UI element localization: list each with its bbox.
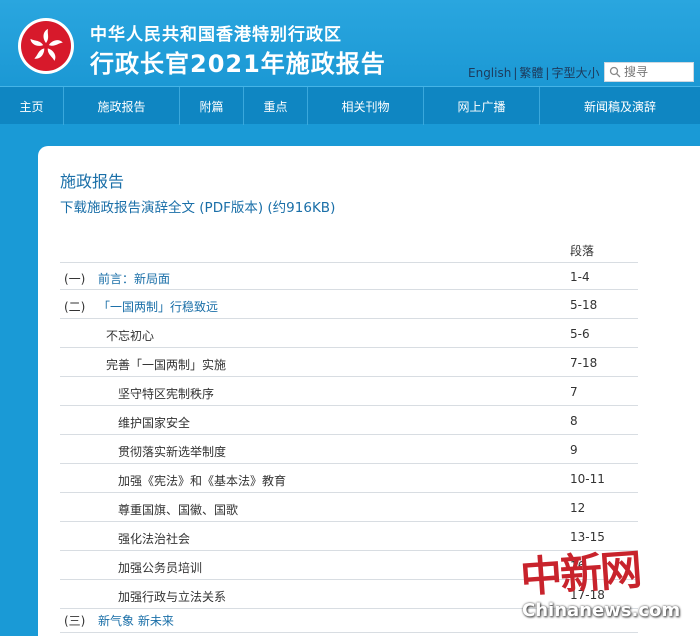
toc-paragraphs: 5-6 — [570, 327, 590, 341]
nav-item-press-releases[interactable]: 新闻稿及演辞 — [540, 87, 700, 125]
toc-link[interactable]: 强化法治社会 — [118, 530, 190, 547]
toc-paragraphs: 1-4 — [570, 270, 590, 284]
search-icon[interactable] — [609, 66, 621, 78]
link-separator: | — [545, 66, 550, 80]
toc-link[interactable]: 「一国两制」行稳致远 — [98, 298, 218, 315]
toc-link[interactable]: 加强公务员培训 — [118, 559, 202, 576]
header-title[interactable]: 行政长官2021年施政报告 — [90, 44, 386, 79]
toc-row: 加强《宪法》和《基本法》教育 10-11 — [60, 465, 638, 493]
chinanews-watermark-text: Chinanews.com — [522, 600, 681, 621]
traditional-chinese-link[interactable]: 繁體 — [519, 66, 543, 80]
nav-item-highlights[interactable]: 重点 — [244, 87, 308, 125]
nav-item-supplement[interactable]: 附篇 — [180, 87, 244, 125]
toc-paragraphs: 12 — [570, 501, 586, 515]
main-nav: 主页 施政报告 附篇 重点 相关刊物 网上广播 新闻稿及演辞 — [0, 86, 700, 125]
toc-link[interactable]: 维护国家安全 — [118, 414, 190, 431]
english-link[interactable]: English — [468, 66, 511, 80]
toc-row: 坚守特区宪制秩序 7 — [60, 378, 638, 406]
toc-paragraphs: 8 — [570, 414, 578, 428]
link-separator: | — [513, 66, 518, 80]
header-links: English | 繁體 | 字型大小 — [468, 64, 599, 81]
toc-paragraphs: 9 — [570, 443, 578, 457]
site-header: 中华人民共和国香港特别行政区 行政长官2021年施政报告 English | 繁體 |… — [0, 0, 700, 86]
page-title: 施政报告 — [60, 172, 125, 191]
emblem-inner — [21, 21, 71, 71]
toc-row: (二) 「一国两制」行稳致远 5-18 — [60, 291, 638, 319]
toc-row: (一) 前言：新局面 1-4 — [60, 262, 638, 290]
hksar-emblem-icon[interactable] — [18, 18, 74, 74]
toc-number: (三) — [64, 614, 86, 628]
nav-item-publications[interactable]: 相关刊物 — [308, 87, 424, 125]
bauhinia-flower-icon — [30, 29, 63, 61]
toc-link[interactable]: 尊重国旗、国徽、国歌 — [118, 501, 238, 518]
toc-paragraphs: 5-18 — [570, 298, 598, 312]
toc-link[interactable]: 坚守特区宪制秩序 — [118, 385, 214, 402]
toc-link[interactable]: 贯彻落实新选举制度 — [118, 443, 226, 460]
header-subtitle: 中华人民共和国香港特别行政区 — [90, 25, 342, 45]
toc-row: 维护国家安全 8 — [60, 407, 638, 435]
toc-link[interactable]: 加强行政与立法关系 — [118, 588, 226, 605]
toc-row: 尊重国旗、国徽、国歌 12 — [60, 494, 638, 522]
toc-row: 贯彻落实新选举制度 9 — [60, 436, 638, 464]
chinanews-watermark-logo: 中新网 — [518, 544, 642, 603]
toc-link[interactable]: 加强《宪法》和《基本法》教育 — [118, 472, 286, 489]
paragraph-column-header: 段落 — [570, 244, 595, 258]
toc-row: 完善「一国两制」实施 7-18 — [60, 349, 638, 377]
search-input[interactable] — [624, 65, 690, 79]
toc-row: 不忘初心 5-6 — [60, 320, 638, 348]
toc-number: (一) — [64, 272, 86, 286]
nav-item-home[interactable]: 主页 — [0, 87, 64, 125]
toc-link[interactable]: 新气象 新未来 — [98, 612, 174, 629]
font-size-link[interactable]: 字型大小 — [551, 66, 599, 80]
nav-item-webcast[interactable]: 网上广播 — [424, 87, 540, 125]
toc-link[interactable]: 完善「一国两制」实施 — [106, 356, 226, 373]
toc-paragraphs: 7-18 — [570, 356, 598, 370]
toc-paragraphs: 10-11 — [570, 472, 605, 486]
search-box[interactable] — [604, 62, 694, 82]
toc-number: (二) — [64, 300, 86, 314]
toc-link[interactable]: 前言：新局面 — [98, 270, 170, 287]
toc-paragraphs: 7 — [570, 385, 578, 399]
download-pdf-link[interactable]: 下载施政报告演辞全文 (PDF版本) (约916KB) — [60, 196, 335, 216]
toc-link[interactable]: 不忘初心 — [106, 327, 154, 344]
nav-item-policy-address[interactable]: 施政报告 — [64, 87, 180, 125]
